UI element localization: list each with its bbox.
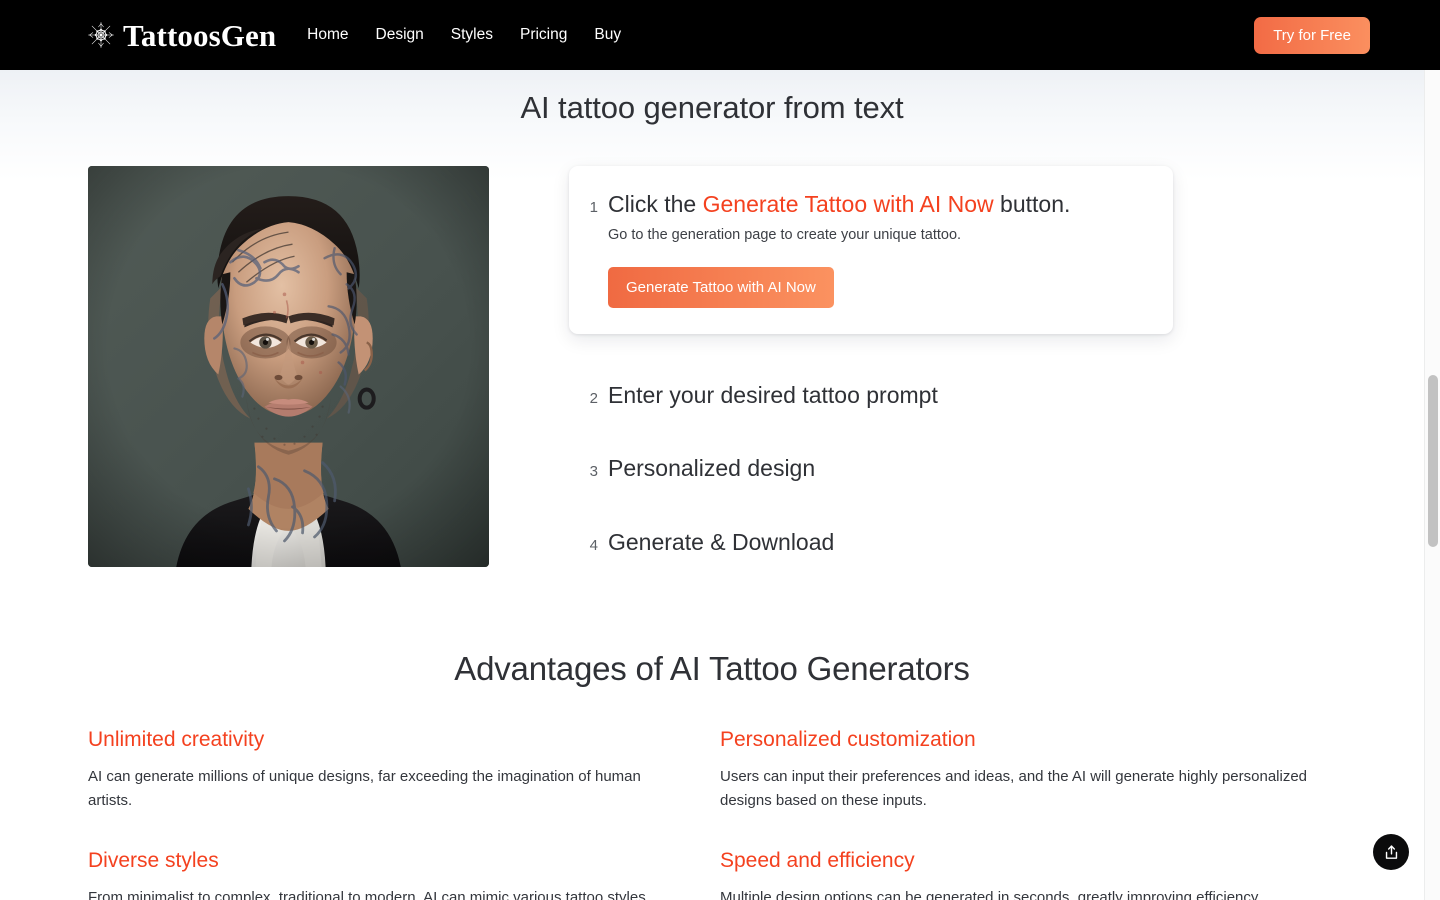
advantage-heading: Diverse styles xyxy=(88,849,219,873)
step-4-number: 4 xyxy=(589,536,598,554)
step-1-title: Click the Generate Tattoo with AI Now bu… xyxy=(608,191,1070,217)
step-item-4: 4 Generate & Download xyxy=(569,529,1173,555)
advantage-item-personalized-customization: Personalized customization Users can inp… xyxy=(720,728,1336,812)
advantages-section: Advantages of AI Tattoo Generators Unlim… xyxy=(0,650,1424,900)
page-root: TattoosGen Home Design Styles Pricing Bu… xyxy=(0,0,1440,900)
share-upload-icon xyxy=(1385,844,1397,859)
step-1-number: 1 xyxy=(589,199,598,216)
nav-item-styles[interactable]: Styles xyxy=(451,27,493,43)
step-1-title-suffix: button. xyxy=(993,191,1071,217)
step-1-heading: 1 Click the Generate Tattoo with AI Now … xyxy=(586,191,1149,217)
page-title: AI tattoo generator from text xyxy=(520,90,904,125)
scrollbar-thumb[interactable] xyxy=(1428,375,1438,547)
step-1-subtitle: Go to the generation page to create your… xyxy=(608,227,962,244)
step-2-number: 2 xyxy=(589,390,598,407)
advantages-title: Advantages of AI Tattoo Generators xyxy=(454,650,970,687)
steps-list: 1 Click the Generate Tattoo with AI Now … xyxy=(569,166,1173,555)
step-4-title: Generate & Download xyxy=(608,528,835,555)
nav-item-design[interactable]: Design xyxy=(376,27,424,43)
advantage-item-diverse-styles: Diverse styles From minimalist to comple… xyxy=(88,849,720,900)
advantage-heading: Personalized customization xyxy=(720,728,976,751)
hero-tattoo-image xyxy=(88,166,489,567)
try-for-free-button[interactable]: Try for Free xyxy=(1254,16,1370,54)
step-3-number: 3 xyxy=(589,463,598,481)
generate-tattoo-button[interactable]: Generate Tattoo with AI Now xyxy=(608,267,834,308)
site-header: TattoosGen Home Design Styles Pricing Bu… xyxy=(0,0,1440,70)
main-navigation: Home Design Styles Pricing Buy xyxy=(307,27,621,43)
advantages-grid: Unlimited creativity AI can generate mil… xyxy=(88,728,1336,900)
advantage-item-speed-and-efficiency: Speed and efficiency Multiple design opt… xyxy=(720,849,1336,900)
advantage-item-unlimited-creativity: Unlimited creativity AI can generate mil… xyxy=(88,728,720,812)
advantage-heading: Speed and efficiency xyxy=(720,849,915,873)
brand-logo[interactable]: TattoosGen xyxy=(88,20,276,51)
tattooed-portrait-illustration xyxy=(88,166,489,567)
step-1-title-highlight: Generate Tattoo with AI Now xyxy=(702,191,994,217)
advantage-heading: Unlimited creativity xyxy=(88,728,265,751)
nav-item-home[interactable]: Home xyxy=(307,27,348,43)
hero-section: 1 Click the Generate Tattoo with AI Now … xyxy=(88,166,1352,567)
nav-item-pricing[interactable]: Pricing xyxy=(520,27,567,43)
share-button[interactable] xyxy=(1373,834,1409,870)
step-2-title: Enter your desired tattoo prompt xyxy=(608,382,938,408)
advantage-body: AI can generate millions of unique desig… xyxy=(88,768,641,809)
step-1-title-prefix: Click the xyxy=(608,191,703,217)
nav-item-buy[interactable]: Buy xyxy=(594,27,621,43)
step-card-1: 1 Click the Generate Tattoo with AI Now … xyxy=(569,166,1173,334)
step-item-2: 2 Enter your desired tattoo prompt xyxy=(569,382,1173,408)
step-item-3: 3 Personalized design xyxy=(569,455,1173,481)
vertical-scrollbar[interactable] xyxy=(1424,70,1440,900)
advantage-body: Multiple design options can be generated… xyxy=(720,889,1262,900)
advantage-body: Users can input their preferences and id… xyxy=(720,768,1308,809)
brand-name: TattoosGen xyxy=(123,17,277,53)
step-3-title: Personalized design xyxy=(608,455,816,482)
mandala-star-icon xyxy=(88,22,114,48)
main-content: AI tattoo generator from text 1 Click th… xyxy=(0,70,1424,900)
advantage-body: From minimalist to complex, traditional … xyxy=(88,889,650,900)
